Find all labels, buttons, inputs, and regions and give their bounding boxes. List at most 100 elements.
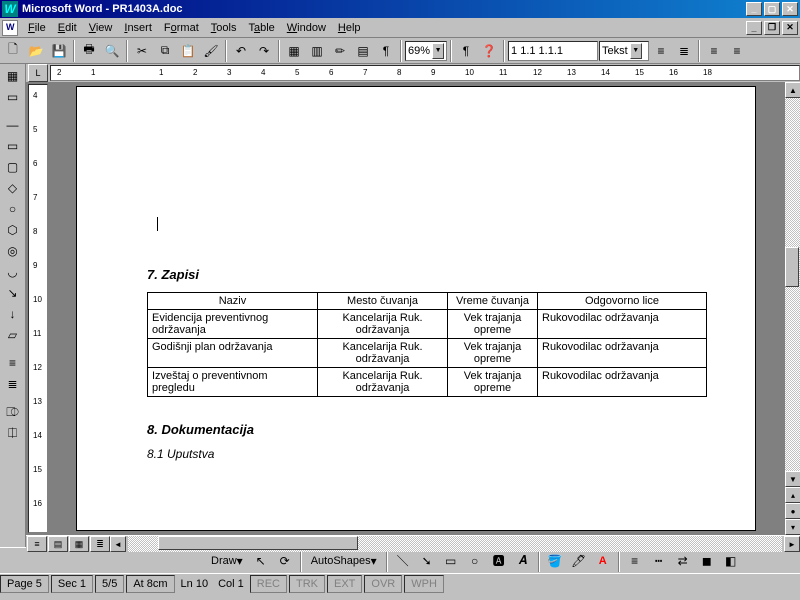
table-cell[interactable]: Vek trajanja opreme [448, 368, 538, 397]
shadow-button[interactable]: ◼ [696, 550, 718, 572]
menu-help[interactable]: Help [332, 20, 367, 36]
numbering-button[interactable]: ≣ [673, 40, 695, 62]
vertical-ruler[interactable]: 45678910111213141516 [28, 84, 48, 533]
ungroup-icon[interactable]: ⎅ [2, 423, 24, 443]
line-style-button[interactable]: ≡ [624, 550, 646, 572]
connector-icon[interactable]: ↘ [2, 283, 24, 303]
table-cell[interactable]: Rukovodilac održavanja [538, 368, 707, 397]
doc-restore-button[interactable]: ❐ [764, 21, 780, 35]
maximize-button[interactable]: ▢ [764, 2, 780, 16]
show-marks-button[interactable]: ¶ [375, 40, 397, 62]
page-layout-view-button[interactable]: ▦ [69, 536, 89, 552]
scroll-track[interactable] [785, 98, 800, 471]
wordart-button[interactable]: 𝑨 [512, 550, 534, 572]
dash-style-button[interactable]: ┅ [648, 550, 670, 572]
bullets-button[interactable]: ≡ [650, 40, 672, 62]
ring-icon[interactable]: ◎ [2, 241, 24, 261]
normal-view-button[interactable]: ≡ [27, 536, 47, 552]
insert-table-button[interactable]: ▦ [283, 40, 305, 62]
online-view-button[interactable]: ▤ [48, 536, 68, 552]
menu-edit[interactable]: Edit [52, 20, 83, 36]
menu-format[interactable]: Format [158, 20, 205, 36]
table-cell[interactable]: Evidencija preventivnog održavanja [148, 310, 318, 339]
line-tool-button[interactable]: ＼ [392, 550, 414, 572]
outline-number-combo[interactable]: 1 1.1 1.1.1 [508, 41, 598, 61]
minimize-button[interactable]: _ [746, 2, 762, 16]
print-button[interactable]: 🖶 [78, 40, 100, 62]
para-lines-icon[interactable]: ≡ [2, 353, 24, 373]
menu-view[interactable]: View [83, 20, 119, 36]
style-combo[interactable]: Tekst▼ [599, 41, 649, 61]
scroll-thumb[interactable] [785, 247, 799, 287]
hscroll-left-button[interactable]: ◄ [110, 536, 126, 552]
browse-object-button[interactable]: ● [785, 503, 800, 519]
prev-page-button[interactable]: ▴ [785, 487, 800, 503]
menu-window[interactable]: Window [281, 20, 332, 36]
align-left-button[interactable]: ≡ [703, 40, 725, 62]
horizontal-scrollbar[interactable] [128, 536, 782, 552]
format-painter-button[interactable]: 🖌 [200, 40, 222, 62]
line-color-button[interactable]: 🖊 [568, 550, 590, 572]
status-ovr[interactable]: OVR [364, 575, 402, 593]
table-cell[interactable]: Kancelarija Ruk. održavanja [318, 310, 448, 339]
arc-icon[interactable]: ◡ [2, 262, 24, 282]
3d-button[interactable]: ◧ [720, 550, 742, 572]
table-cell[interactable]: Izveštaj o preventivnom pregledu [148, 368, 318, 397]
status-wph[interactable]: WPH [404, 575, 444, 593]
office-assistant-button[interactable]: ❓ [478, 40, 500, 62]
table-cell[interactable]: Rukovodilac održavanja [538, 310, 707, 339]
arrow-style-button[interactable]: ⇄ [672, 550, 694, 572]
oval-tool-button[interactable]: ○ [464, 550, 486, 572]
undo-button[interactable]: ↶ [230, 40, 252, 62]
page[interactable]: 7. Zapisi Naziv Mesto čuvanja Vreme čuva… [76, 86, 756, 531]
table-cell[interactable]: Vek trajanja opreme [448, 310, 538, 339]
records-table[interactable]: Naziv Mesto čuvanja Vreme čuvanja Odgovo… [147, 292, 707, 397]
callout-icon[interactable]: ▱ [2, 325, 24, 345]
status-trk[interactable]: TRK [289, 575, 325, 593]
doc-icon[interactable] [2, 20, 18, 36]
autoshapes-menu-button[interactable]: AutoShapes ▾ [306, 550, 382, 572]
outline-view-button[interactable]: ≣ [90, 536, 110, 552]
section-7-heading[interactable]: 7. Zapisi [147, 267, 705, 282]
font-color-button[interactable]: A [592, 550, 614, 572]
rounded-rect-icon[interactable]: ▢ [2, 157, 24, 177]
doc-minimize-button[interactable]: _ [746, 21, 762, 35]
free-rotate-button[interactable]: ⟳ [274, 550, 296, 572]
table-cell[interactable]: Rukovodilac održavanja [538, 339, 707, 368]
hscroll-right-button[interactable]: ► [784, 536, 800, 552]
arrow-down-icon[interactable]: ↓ [2, 304, 24, 324]
table-cell[interactable]: Kancelarija Ruk. održavanja [318, 339, 448, 368]
menu-file[interactable]: File [22, 20, 52, 36]
doc-close-button[interactable]: ✕ [782, 21, 798, 35]
print-preview-button[interactable]: 🔍 [101, 40, 123, 62]
dropdown-icon[interactable]: ▼ [432, 43, 444, 59]
hscroll-thumb[interactable] [158, 536, 358, 550]
table-cell[interactable]: Godišnji plan održavanja [148, 339, 318, 368]
align-lines-icon[interactable]: ≣ [2, 374, 24, 394]
paragraph-marks-button[interactable]: ¶ [455, 40, 477, 62]
menu-tools[interactable]: Tools [205, 20, 243, 36]
close-button[interactable]: ✕ [782, 2, 798, 16]
scroll-down-button[interactable]: ▼ [785, 471, 800, 487]
section-8-heading[interactable]: 8. Dokumentacija [147, 422, 705, 437]
paste-button[interactable]: 📋 [177, 40, 199, 62]
scroll-up-button[interactable]: ▲ [785, 82, 800, 98]
next-page-button[interactable]: ▾ [785, 519, 800, 535]
fill-color-button[interactable]: 🪣 [544, 550, 566, 572]
line-icon[interactable]: ― [2, 115, 24, 135]
dropdown-icon[interactable]: ▼ [630, 43, 642, 59]
table-cell[interactable]: Kancelarija Ruk. održavanja [318, 368, 448, 397]
menu-insert[interactable]: Insert [118, 20, 158, 36]
align-center-button[interactable]: ≡ [726, 40, 748, 62]
drawing-button[interactable]: ✏ [329, 40, 351, 62]
doc-map-button[interactable]: ▤ [352, 40, 374, 62]
cut-button[interactable]: ✂ [131, 40, 153, 62]
rectangle-icon[interactable]: ▭ [2, 136, 24, 156]
borders-icon[interactable]: ▭ [2, 87, 24, 107]
menu-table[interactable]: Table [242, 20, 280, 36]
rectangle-tool-button[interactable]: ▭ [440, 550, 462, 572]
table-grid-icon[interactable]: ▦ [2, 66, 24, 86]
status-ext[interactable]: EXT [327, 575, 362, 593]
vertical-scrollbar[interactable]: ▲ ▼ ▴ ● ▾ [784, 82, 800, 535]
table-cell[interactable]: Vek trajanja opreme [448, 339, 538, 368]
